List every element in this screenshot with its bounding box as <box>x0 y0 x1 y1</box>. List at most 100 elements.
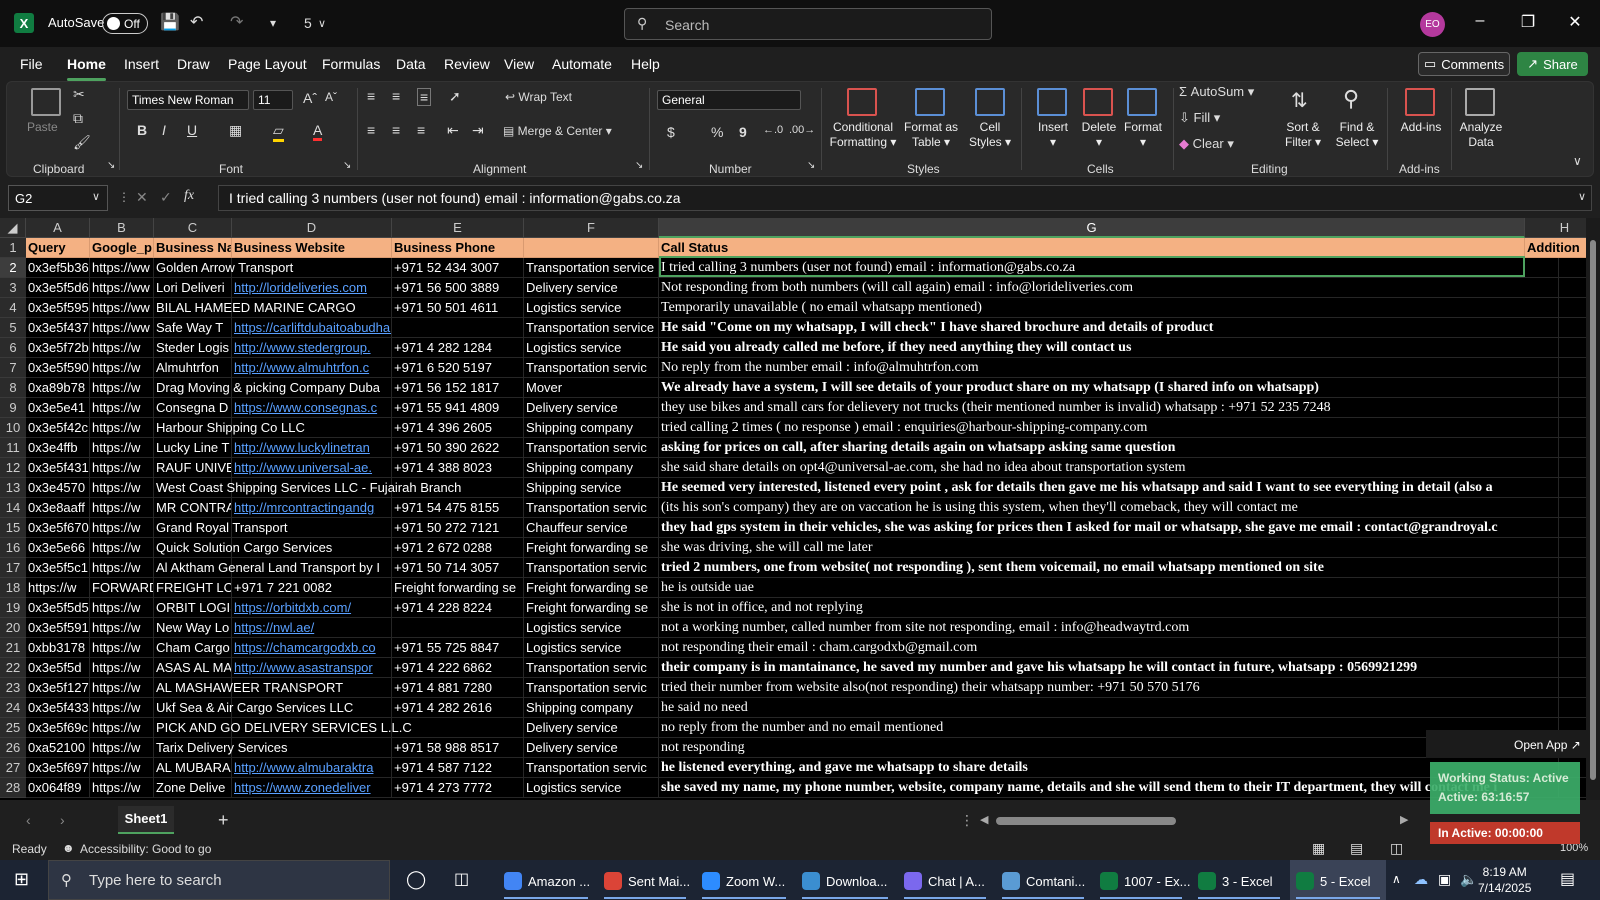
cell-f27[interactable]: Transportation servic <box>524 758 659 778</box>
row-header[interactable]: 20 <box>0 618 26 638</box>
cell-d20[interactable]: https://nwl.ae/ <box>232 618 392 638</box>
formula-expand-icon[interactable]: ∨ <box>1578 190 1586 203</box>
cell-e2[interactable]: +971 52 434 3007 <box>392 258 524 278</box>
align-center-icon[interactable]: ≡ <box>392 122 400 138</box>
onedrive-icon[interactable]: ☁ <box>1414 871 1428 888</box>
cell-c25[interactable]: PICK AND GO DELIVERY SERVICES L.L.C <box>154 718 412 738</box>
font-launcher-icon[interactable]: ↘ <box>343 160 351 171</box>
cell-b28[interactable]: https://w <box>90 778 154 798</box>
column-header-f[interactable]: F <box>524 218 659 238</box>
cell-b11[interactable]: https://w <box>90 438 154 458</box>
row-header[interactable]: 4 <box>0 298 26 318</box>
task-view-icon[interactable]: ◫ <box>454 869 469 889</box>
cell-c21[interactable]: Cham Cargo <box>154 638 232 658</box>
tab-help[interactable]: Help <box>631 56 660 72</box>
cell-c12[interactable]: RAUF UNIVE <box>154 458 232 478</box>
cell-a5[interactable]: 0x3e5f437 <box>26 318 90 338</box>
cell-f14[interactable]: Transportation servic <box>524 498 659 518</box>
row-header[interactable]: 18 <box>0 578 26 598</box>
minimize-icon[interactable]: – <box>1470 12 1490 30</box>
cell-d14[interactable]: http://mrcontractingandg <box>232 498 392 518</box>
cell-e6[interactable]: +971 4 282 1284 <box>392 338 524 358</box>
cell-a9[interactable]: 0x3e5e41 <box>26 398 90 418</box>
cell-b26[interactable]: https://w <box>90 738 154 758</box>
cell-e9[interactable]: +971 55 941 4809 <box>392 398 524 418</box>
column-header-b[interactable]: B <box>90 218 154 238</box>
cell-e28[interactable]: +971 4 273 7772 <box>392 778 524 798</box>
prev-sheet-icon[interactable]: ‹ <box>26 812 31 828</box>
formula-input[interactable]: I tried calling 3 numbers (user not foun… <box>218 185 1592 211</box>
row-header[interactable]: 24 <box>0 698 26 718</box>
cell-g12[interactable]: she said share details on opt4@universal… <box>659 458 1559 478</box>
page-layout-view-icon[interactable]: ▤ <box>1350 840 1363 857</box>
insert-cells-button[interactable]: Insert ▾ <box>1031 120 1075 150</box>
tab-formulas[interactable]: Formulas <box>322 56 380 72</box>
cell-a13[interactable]: 0x3e4570 <box>26 478 90 498</box>
cell-g28[interactable]: she saved my name, my phone number, webs… <box>659 778 1559 798</box>
row-header[interactable]: 3 <box>0 278 26 298</box>
cell-f18[interactable]: Freight forwarding se <box>524 578 659 598</box>
bold-button[interactable]: B <box>137 122 147 138</box>
header-cell[interactable]: Addition <box>1525 238 1586 258</box>
paste-icon[interactable] <box>31 88 61 116</box>
cell-b14[interactable]: https://w <box>90 498 154 518</box>
cell-f21[interactable]: Logistics service <box>524 638 659 658</box>
row-header[interactable]: 25 <box>0 718 26 738</box>
cell-f10[interactable]: Shipping company <box>524 418 659 438</box>
cell-a6[interactable]: 0x3e5f72b <box>26 338 90 358</box>
cell-e17[interactable]: +971 50 714 3057 <box>392 558 524 578</box>
cell-e24[interactable]: +971 4 282 2616 <box>392 698 524 718</box>
cell-a16[interactable]: 0x3e5e66 <box>26 538 90 558</box>
cell-b25[interactable]: https://w <box>90 718 154 738</box>
ribbon-expand-icon[interactable]: ∨ <box>1573 154 1582 168</box>
cell-a10[interactable]: 0x3e5f42c <box>26 418 90 438</box>
cell-a12[interactable]: 0x3e5f431 <box>26 458 90 478</box>
row-header[interactable]: 22 <box>0 658 26 678</box>
search-box[interactable]: ⚲ Search <box>624 8 992 40</box>
cell-e18[interactable]: Freight forwarding se <box>392 578 524 598</box>
cell-e10[interactable]: +971 4 396 2605 <box>392 418 524 438</box>
cell-a28[interactable]: 0x064f89 <box>26 778 90 798</box>
cell-d22[interactable]: http://www.asastranspor <box>232 658 392 678</box>
cell-g27[interactable]: he listened everything, and gave me what… <box>659 758 1559 778</box>
row-header[interactable]: 16 <box>0 538 26 558</box>
tab-view[interactable]: View <box>504 56 534 72</box>
increase-font-icon[interactable]: Aˆ <box>303 90 317 106</box>
row-header[interactable]: 19 <box>0 598 26 618</box>
sort-filter-button[interactable]: Sort & Filter ▾ <box>1277 120 1329 150</box>
cell-a2[interactable]: 0x3ef5b36 <box>26 258 90 278</box>
cell-a3[interactable]: 0x3e5f5d6 <box>26 278 90 298</box>
decrease-font-icon[interactable]: Aˇ <box>325 90 337 104</box>
cell-a24[interactable]: 0x3e5f433 <box>26 698 90 718</box>
cell-b19[interactable]: https://w <box>90 598 154 618</box>
cell-c23[interactable]: AL MASHAWEER TRANSPORT <box>154 678 343 698</box>
cell-f2[interactable]: Transportation service <box>524 258 659 278</box>
cell-g16[interactable]: she was driving, she will call me later <box>659 538 1559 558</box>
format-cells-button[interactable]: Format ▾ <box>1119 120 1167 150</box>
align-right-icon[interactable]: ≡ <box>417 122 425 138</box>
tab-automate[interactable]: Automate <box>552 56 612 72</box>
cell-f5[interactable]: Transportation service <box>524 318 659 338</box>
clear-button[interactable]: ◆ Clear ▾ <box>1179 136 1234 152</box>
cell-g25[interactable]: no reply from the number and no email me… <box>659 718 1559 738</box>
number-format-select[interactable]: General <box>657 90 801 110</box>
cell-c10[interactable]: Harbour Shipping Co LLC <box>154 418 305 438</box>
cell-c22[interactable]: ASAS AL MA <box>154 658 232 678</box>
cell-a14[interactable]: 0x3e8aaff <box>26 498 90 518</box>
cell-g8[interactable]: We already have a system, I will see det… <box>659 378 1559 398</box>
cell-d5[interactable]: https://carliftdubaitoabudhabi.com/ <box>232 318 392 338</box>
cell-g5[interactable]: He said "Come on my whatsapp, I will che… <box>659 318 1559 338</box>
wrap-text-button[interactable]: ↩ Wrap Text <box>505 90 572 104</box>
taskbar-app[interactable]: Zoom W... <box>696 860 792 900</box>
cell-e15[interactable]: +971 50 272 7121 <box>392 518 524 538</box>
redo-icon[interactable]: ↷ <box>230 12 243 32</box>
format-as-table-icon[interactable] <box>915 88 945 116</box>
underline-button[interactable]: U <box>187 122 197 138</box>
cell-a20[interactable]: 0x3e5f591 <box>26 618 90 638</box>
merge-center-button[interactable]: ▤ Merge & Center ▾ <box>503 124 612 138</box>
cell-f19[interactable]: Freight forwarding se <box>524 598 659 618</box>
increase-indent-icon[interactable]: ⇥ <box>472 122 484 139</box>
currency-button[interactable]: $ <box>667 124 675 140</box>
find-select-button[interactable]: Find & Select ▾ <box>1331 120 1383 150</box>
find-select-icon[interactable]: ⚲ <box>1343 86 1359 112</box>
